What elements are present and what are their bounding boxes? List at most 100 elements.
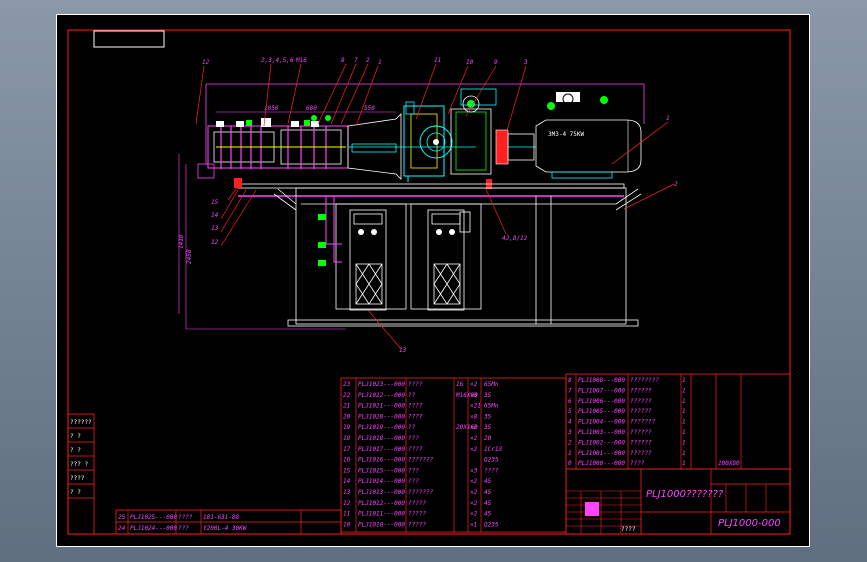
bom-left-cell: PLJ1021---000 xyxy=(358,403,405,410)
bom-left-cell: ?? xyxy=(408,424,416,431)
bom-left-cell: 16 xyxy=(456,381,464,388)
bom-left-cell: 21 xyxy=(343,403,350,410)
bom-right-cell: 1 xyxy=(682,439,686,446)
bom-left-cell: Q235 xyxy=(484,521,499,528)
bom-left-cell: ×3 xyxy=(470,392,478,399)
bom-right-cell: 1 xyxy=(682,398,686,405)
bom-left-cell: 35 xyxy=(483,392,492,399)
balloon-label: 8 xyxy=(341,57,345,64)
bom-right-cell: ?????? xyxy=(630,398,652,405)
dim-2450: 2450 xyxy=(186,249,193,264)
bom-left-cell: ×2 xyxy=(470,435,478,442)
bom-left-cell: ?? xyxy=(408,392,416,399)
bom-left-cell: ??? xyxy=(408,467,419,474)
bom-right-cell: 1 xyxy=(682,419,686,426)
bom-left-cell: ??????? xyxy=(408,489,434,496)
dim-680: 680 xyxy=(306,105,317,112)
bom-left-cell: 45 xyxy=(484,511,492,518)
bom-left-cell: ???? xyxy=(408,381,423,388)
bom-left-cell: ×2 xyxy=(470,424,478,431)
bom-bottom-cell: PLJ1025---000 xyxy=(130,514,177,521)
balloon-label: 9 xyxy=(494,59,498,66)
balloon-label: 2,3,4,5,6 xyxy=(261,57,294,64)
bom-left-cell: PLJ1022---000 xyxy=(358,392,405,399)
balloon-label: 2 xyxy=(674,181,678,188)
balloon-label: M16 xyxy=(295,57,307,64)
bom-left-cell: ×2 xyxy=(470,489,478,496)
bom-right-cell: 4 xyxy=(568,419,572,426)
bom-left-cell: ×1 xyxy=(470,521,477,528)
stamp-cell: ???? xyxy=(70,475,85,482)
drawing-sheet: 3M3-4 75KW 12 2,3,4,5,6 M16 8 7 2 1 11 1… xyxy=(56,14,810,547)
balloon-label: 2 xyxy=(366,57,370,64)
bom-left-cell: ×2 xyxy=(470,511,478,518)
bom-bottom-cell: Y200L-4 30KW xyxy=(203,525,248,532)
bom-left-cell: 18 xyxy=(343,435,351,442)
bom-right-cell: 100X80 xyxy=(718,460,740,467)
bom-left-cell: ????? xyxy=(408,521,426,528)
bom-left-cell: ×8 xyxy=(470,413,478,420)
bom-left-cell: 19 xyxy=(343,424,351,431)
title-block-sheet: ???? xyxy=(621,526,636,533)
bom-left-cell: 12 xyxy=(343,500,351,507)
bom-left-table xyxy=(340,377,567,533)
bom-left-cell: 15 xyxy=(343,467,351,474)
stamp-cell: ??? ? xyxy=(70,461,88,468)
bom-left-cell: PLJ1023---000 xyxy=(358,381,405,388)
bom-right-cell: ?????? xyxy=(630,439,652,446)
bom-left-cell: PLJ1012---000 xyxy=(358,500,405,507)
bom-right-cell: 5 xyxy=(568,408,572,415)
bom-right-cell: 1 xyxy=(682,429,686,436)
bom-left-cell: 1Cr13 xyxy=(484,446,502,453)
extruder-assembly: 3M3-4 75KW xyxy=(178,63,675,350)
bom-left-cell: 65Mn xyxy=(484,381,499,388)
bom-right-cell: PLJ1004---000 xyxy=(578,419,625,426)
bom-right-cell: PLJ1007---000 xyxy=(578,387,625,394)
bom-left-cell: 45 xyxy=(484,500,492,507)
title-block-code: PLJ1000-000 xyxy=(718,518,781,529)
bom-right-cell: 7 xyxy=(568,387,572,394)
bom-right-cell: PLJ1003---000 xyxy=(578,429,625,436)
bom-right-cell: PLJ1005---000 xyxy=(578,408,625,415)
bom-left-cell: PLJ1015---000 xyxy=(358,467,405,474)
bom-left-cell: ????? xyxy=(408,500,426,507)
bom-left-cell: PLJ1016---000 xyxy=(358,457,405,464)
bom-left-cell: 45 xyxy=(484,478,492,485)
bom-left-cell: ???? xyxy=(408,413,423,420)
bom-right-cell: PLJ1000---000 xyxy=(578,460,625,467)
balloon-label: 13 xyxy=(211,225,219,232)
bom-left-cell: ???? xyxy=(408,403,423,410)
dim-550: 550 xyxy=(364,105,375,112)
bom-left-cell: ×2 xyxy=(470,478,478,485)
bom-left-cell: 20 xyxy=(343,413,351,420)
bom-right-cell: PLJ1001---000 xyxy=(578,450,625,457)
bom-bottom-cell: 25 xyxy=(118,514,126,521)
bom-left-cell: 17 xyxy=(343,446,351,453)
bom-right-cell: 6 xyxy=(568,398,572,405)
bom-left-cell: PLJ1018---000 xyxy=(358,435,405,442)
note-label: 4J,8/12 xyxy=(502,235,528,242)
bom-right-cell: PLJ1006---000 xyxy=(578,398,625,405)
balloon-label: 3 xyxy=(523,59,528,66)
bom-left-cell: ???? xyxy=(408,446,423,453)
balloon-label: 11 xyxy=(434,57,441,64)
bom-left-cell: ??? xyxy=(408,478,419,485)
bom-left-cell: Q235 xyxy=(484,457,499,464)
bom-right-cell: ?????? xyxy=(630,429,652,436)
bom-left-cell: ×2 xyxy=(470,446,478,453)
bom-left-cell: 45 xyxy=(484,489,492,496)
bom-left-cell: 13 xyxy=(343,489,351,496)
bom-left-cell: ????? xyxy=(408,511,426,518)
balloon-label: 15 xyxy=(211,199,219,206)
bom-right-cell: ?????? xyxy=(630,408,652,415)
balloon-label: 1 xyxy=(378,59,382,66)
bom-bottom-cell: PLJ1024---000 xyxy=(130,525,177,532)
bom-right-cell: 1 xyxy=(682,460,686,467)
cad-drawing: 3M3-4 75KW 12 2,3,4,5,6 M16 8 7 2 1 11 1… xyxy=(56,14,810,547)
stamp-cell: ? ? xyxy=(70,489,81,496)
bom-right-cell: PLJ1008---000 xyxy=(578,377,625,384)
bom-right-cell: PLJ1002---000 xyxy=(578,439,625,446)
motor-label: 3M3-4 75KW xyxy=(548,131,585,138)
bom-left-cell: ×21 xyxy=(470,403,481,410)
bom-left-cell: 23 xyxy=(343,381,351,388)
